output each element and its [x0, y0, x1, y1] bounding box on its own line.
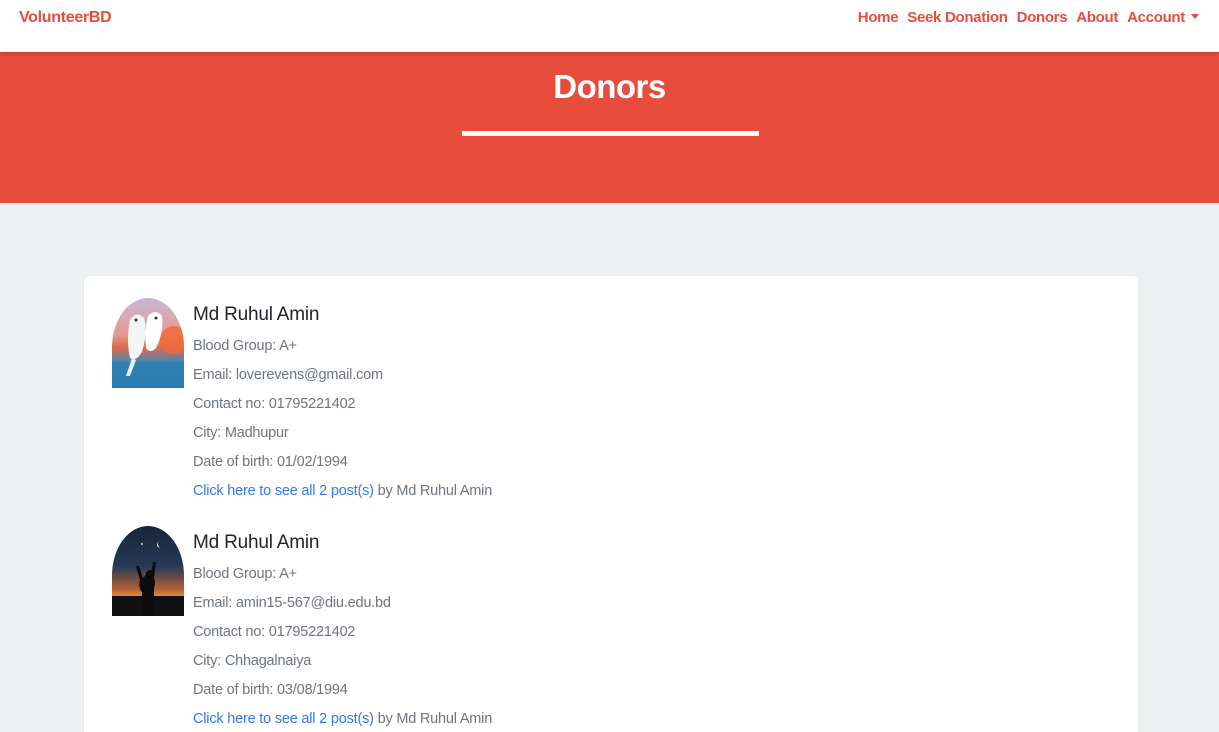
- donor-contact: Contact no: 01795221402: [193, 396, 356, 412]
- nav-home-link[interactable]: Home: [858, 9, 899, 26]
- nav-links: Home Seek Donation Donors About Account: [849, 9, 1199, 26]
- donor-posts-link[interactable]: Click here to see all 2 post(s): [193, 711, 374, 727]
- donor-avatar: [112, 526, 184, 616]
- donor-name: Md Ruhul Amin: [193, 532, 320, 553]
- caret-down-icon: [1191, 14, 1199, 19]
- donor-posts-link[interactable]: Click here to see all 2 post(s): [193, 483, 374, 499]
- donor-email: Email: loverevens@gmail.com: [193, 367, 383, 383]
- donor-avatar: [112, 298, 184, 388]
- title-underline: [462, 131, 759, 136]
- donor-city: City: Madhupur: [193, 425, 289, 441]
- donor-item: Md Ruhul Amin Blood Group: A+ Email: lov…: [84, 276, 1138, 499]
- hero-banner: Donors: [0, 52, 1219, 203]
- donor-posts-line: Click here to see all 2 post(s) by Md Ru…: [193, 705, 492, 732]
- donor-name: Md Ruhul Amin: [193, 304, 320, 325]
- nav-about-link[interactable]: About: [1076, 9, 1118, 26]
- doves-at-sunset-avatar: [112, 312, 184, 388]
- nav-seek-donation-link[interactable]: Seek Donation: [907, 9, 1008, 26]
- donor-dob: Date of birth: 01/02/1994: [193, 454, 348, 470]
- donor-email: Email: amin15-567@diu.edu.bd: [193, 595, 391, 611]
- silhouette-at-dusk-avatar: [112, 540, 184, 616]
- donor-info: Md Ruhul Amin Blood Group: A+ Email: lov…: [193, 302, 492, 506]
- page-title: Donors: [553, 68, 666, 105]
- donors-card: Md Ruhul Amin Blood Group: A+ Email: lov…: [84, 276, 1138, 732]
- donor-posts-line: Click here to see all 2 post(s) by Md Ru…: [193, 477, 492, 506]
- donor-city: City: Chhagalnaiya: [193, 653, 312, 669]
- donor-posts-suffix: by Md Ruhul Amin: [373, 711, 493, 727]
- donor-blood-group: Blood Group: A+: [193, 338, 297, 354]
- brand-logo-link[interactable]: VolunteerBD: [19, 9, 112, 27]
- donor-info: Md Ruhul Amin Blood Group: A+ Email: ami…: [193, 530, 492, 732]
- nav-account-dropdown[interactable]: Account: [1127, 9, 1199, 26]
- donor-dob: Date of birth: 03/08/1994: [193, 682, 348, 698]
- donor-posts-suffix: by Md Ruhul Amin: [373, 483, 493, 499]
- top-navbar: VolunteerBD Home Seek Donation Donors Ab…: [0, 0, 1219, 52]
- nav-donors-link[interactable]: Donors: [1017, 9, 1068, 26]
- donor-contact: Contact no: 01795221402: [193, 624, 356, 640]
- nav-account-label: Account: [1127, 9, 1185, 26]
- donor-blood-group: Blood Group: A+: [193, 566, 297, 582]
- donor-item: Md Ruhul Amin Blood Group: A+ Email: ami…: [84, 504, 1138, 727]
